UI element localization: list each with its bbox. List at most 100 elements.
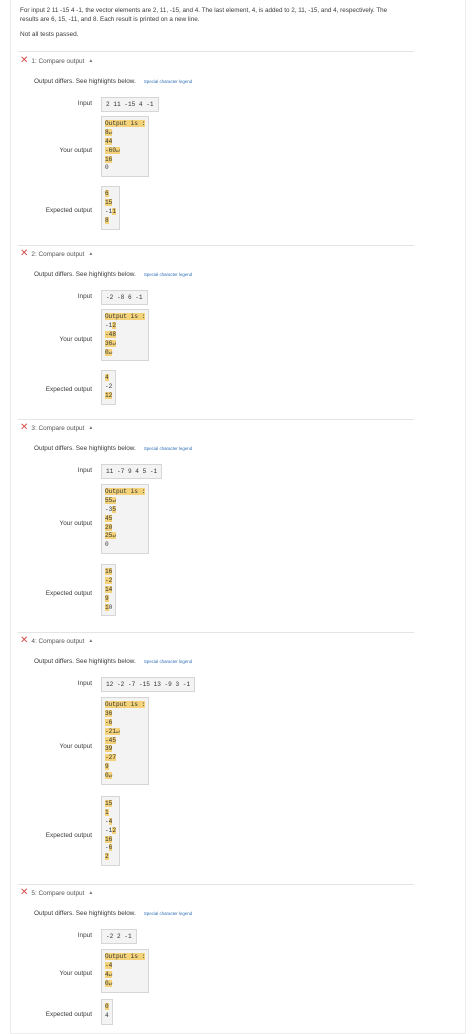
special-character-legend-link[interactable]: Special character legend	[144, 911, 192, 916]
output-segment: Output is :	[105, 488, 146, 495]
output-segment: -21	[105, 727, 116, 735]
output-segment: -2	[105, 576, 113, 584]
your-output-box: Output is : -4 4↵ 0↵	[101, 949, 150, 993]
output-line: -12	[105, 826, 116, 836]
output-segment: 1	[105, 808, 109, 816]
output-line: -11	[105, 207, 116, 217]
compare-output-toggle[interactable]: ✕ 3: Compare output ▲	[20, 423, 93, 433]
output-line: 0	[105, 1003, 109, 1012]
output-segment: 14	[105, 585, 113, 593]
output-line: 16	[105, 155, 145, 165]
output-segment: 12	[105, 391, 113, 399]
output-segment: 20	[105, 523, 113, 531]
section-divider	[18, 419, 414, 420]
expected-output-label: Expected output	[45, 207, 92, 214]
output-segment: -48	[105, 330, 116, 338]
output-segment: 36	[105, 709, 113, 717]
special-character-legend-link[interactable]: Special character legend	[144, 272, 192, 277]
output-line: Output is :	[105, 701, 146, 710]
input-value: -2 -8 6 -1	[101, 290, 148, 305]
output-line: 6	[105, 190, 116, 199]
output-line: -21↵	[105, 727, 145, 737]
output-segment: 4	[108, 817, 113, 825]
output-segment: -45	[105, 736, 116, 744]
explanation-text: For input 2 11 -15 4 -1, the vector elem…	[20, 7, 388, 24]
input-value: -2 2 -1	[101, 929, 137, 944]
chevron-up-icon[interactable]: ▲	[88, 638, 93, 644]
output-line: -45	[105, 736, 145, 746]
output-line: 14	[105, 585, 113, 595]
output-segment: ↵	[115, 727, 120, 735]
output-segment: -6	[105, 718, 113, 726]
chevron-up-icon[interactable]: ▲	[88, 251, 93, 257]
output-differs-message: Output differs. See highlights below. Spe…	[34, 76, 192, 86]
output-differs-message: Output differs. See highlights below. Spe…	[34, 656, 192, 666]
output-line: 45	[105, 514, 145, 524]
compare-output-toggle[interactable]: ✕ 2: Compare output ▲	[20, 249, 93, 259]
compare-output-title: 4: Compare output	[31, 637, 85, 645]
output-segment: ↵	[112, 496, 116, 504]
output-line: Output is :	[105, 953, 146, 962]
output-line: 16	[105, 835, 116, 845]
your-output-label: Your output	[59, 147, 92, 154]
output-segment: 0	[108, 603, 113, 611]
output-line: 0↵	[105, 348, 145, 358]
output-line: -2	[105, 576, 113, 586]
output-line: 20	[105, 523, 145, 533]
output-segment: Output is :	[105, 120, 146, 127]
output-segment: 45	[105, 514, 113, 522]
output-segment: Output is :	[105, 701, 146, 708]
expected-output-label: Expected output	[45, 832, 92, 839]
output-segment: Output is :	[105, 313, 146, 320]
output-segment: 8	[105, 216, 109, 224]
output-line: 0	[105, 541, 145, 550]
output-segment: 4	[105, 1011, 109, 1019]
special-character-legend-link[interactable]: Special character legend	[144, 659, 192, 664]
output-line: -60↵	[105, 146, 145, 156]
output-line: 39	[105, 745, 145, 754]
output-line: Output is :	[105, 120, 146, 129]
output-line: 16	[105, 568, 113, 577]
output-differs-text: Output differs. See highlights below.	[34, 77, 136, 85]
your-output-box: Output is : -12 -48 36↵ 0↵	[101, 309, 150, 362]
output-line: 36	[105, 709, 145, 719]
output-segment: 0	[105, 541, 109, 549]
input-label: Input	[77, 467, 92, 474]
output-line: 2	[105, 853, 116, 862]
special-character-legend-link[interactable]: Special character legend	[144, 79, 192, 84]
output-line: 4	[105, 1012, 109, 1021]
output-segment: 9	[105, 763, 109, 771]
input-label: Input	[77, 932, 92, 939]
special-character-legend-link[interactable]: Special character legend	[144, 446, 192, 451]
output-segment: 44	[105, 137, 113, 145]
expected-output-box: 4 -2 12	[101, 370, 117, 405]
output-line: 36↵	[105, 339, 145, 349]
output-line: 55↵	[105, 496, 145, 506]
output-line: -4	[105, 961, 145, 971]
compare-output-toggle[interactable]: ✕ 4: Compare output ▲	[20, 636, 93, 646]
output-line: -48	[105, 330, 145, 340]
output-line: 44	[105, 137, 145, 147]
output-segment: 39	[105, 745, 113, 753]
output-line: 25↵	[105, 532, 145, 541]
compare-output-title: 2: Compare output	[31, 250, 85, 258]
output-segment: -2	[105, 382, 113, 390]
output-segment: 6	[108, 844, 113, 852]
chevron-up-icon[interactable]: ▲	[88, 58, 93, 64]
compare-output-toggle[interactable]: ✕ 1: Compare output ▲	[20, 56, 93, 66]
compare-output-toggle[interactable]: ✕ 5: Compare output ▲	[20, 888, 93, 898]
output-line: 10	[105, 603, 113, 613]
expected-output-box: 04	[101, 999, 113, 1025]
output-differs-text: Output differs. See highlights below.	[34, 270, 136, 278]
expected-output-box: 16 -2 14 9 10	[101, 564, 117, 617]
fail-x-icon: ✕	[20, 635, 29, 646]
output-line: 0↵	[105, 772, 145, 781]
output-line: 12	[105, 391, 113, 401]
your-output-label: Your output	[59, 743, 92, 750]
chevron-up-icon[interactable]: ▲	[88, 890, 93, 896]
chevron-up-icon[interactable]: ▲	[88, 425, 93, 431]
output-segment: 15	[105, 800, 113, 807]
output-line: -35	[105, 505, 145, 515]
output-segment: ↵	[108, 128, 113, 136]
your-output-box: Output is :55↵ -35 45 20 25↵ 0	[101, 484, 150, 555]
